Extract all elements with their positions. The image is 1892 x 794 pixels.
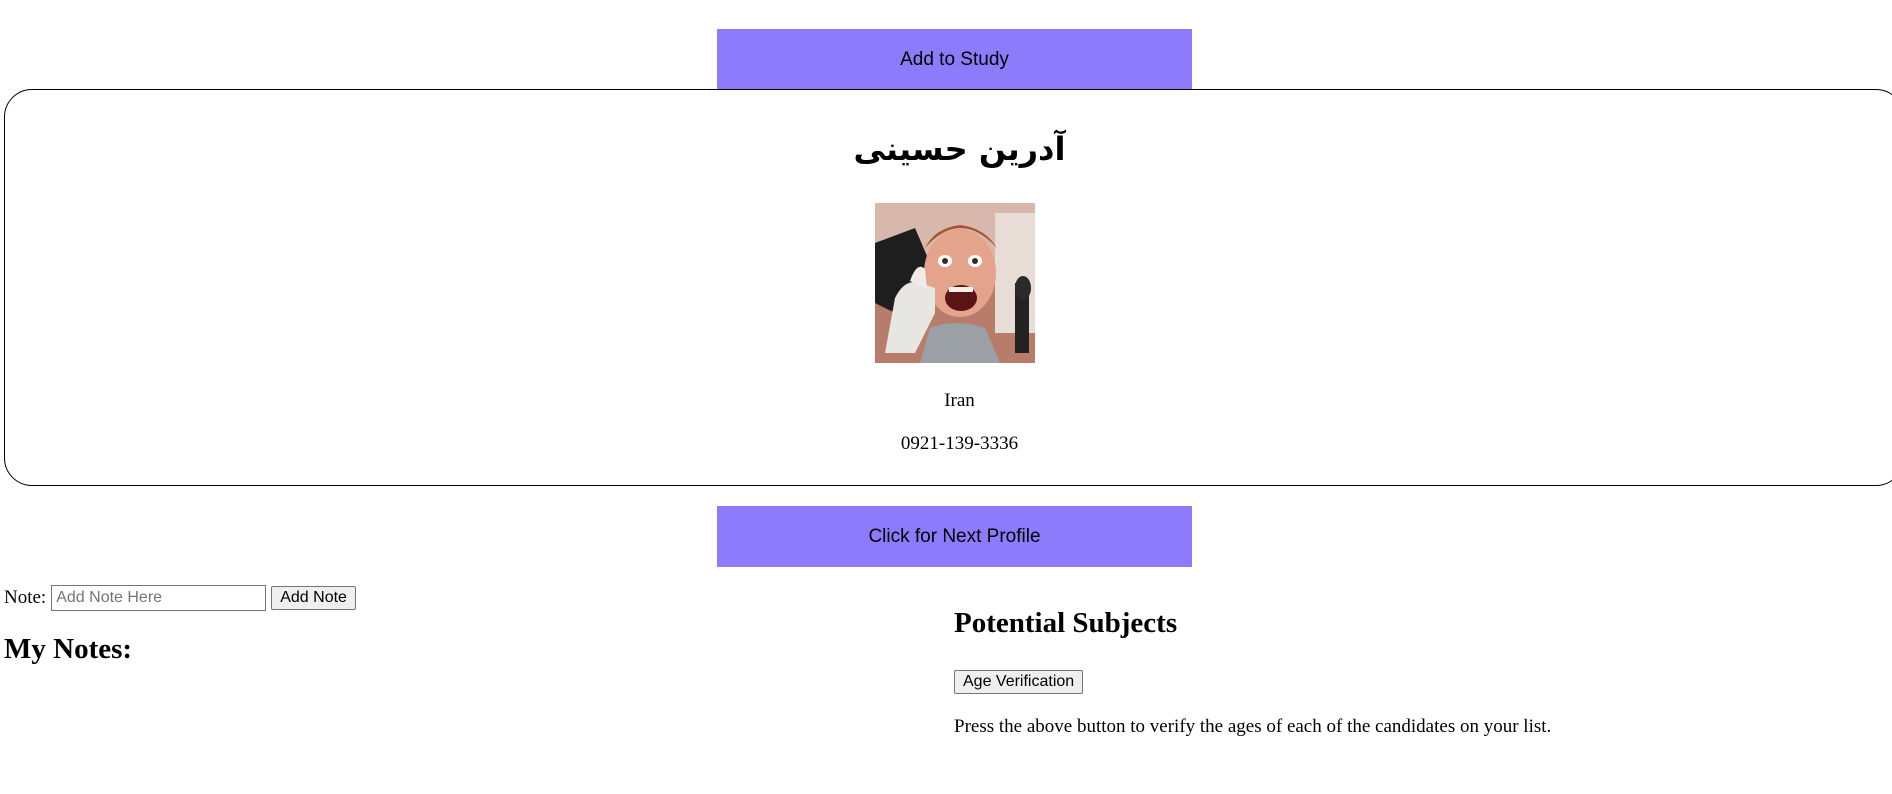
add-note-button[interactable]: Add Note [271, 586, 356, 610]
age-verification-button[interactable]: Age Verification [954, 670, 1084, 694]
note-input[interactable] [51, 585, 267, 611]
profile-phone: 0921-139-3336 [900, 433, 1019, 454]
profile-name: آدرین حسینی [853, 130, 1066, 168]
profile-card: آدرین حسینی Iran 0921-139-3336 [4, 89, 1892, 486]
profile-country: Iran [944, 390, 975, 411]
next-profile-button[interactable]: Click for Next Profile [717, 506, 1192, 567]
note-label: Note: [4, 587, 47, 608]
my-notes-heading: My Notes: [4, 633, 133, 665]
profile-photo [875, 203, 1035, 363]
age-verification-description: Press the above button to verify the age… [954, 716, 1552, 737]
note-form: Note: Add Note [4, 585, 356, 611]
potential-subjects-heading: Potential Subjects [954, 607, 1178, 639]
add-to-study-button[interactable]: Add to Study [717, 29, 1192, 90]
